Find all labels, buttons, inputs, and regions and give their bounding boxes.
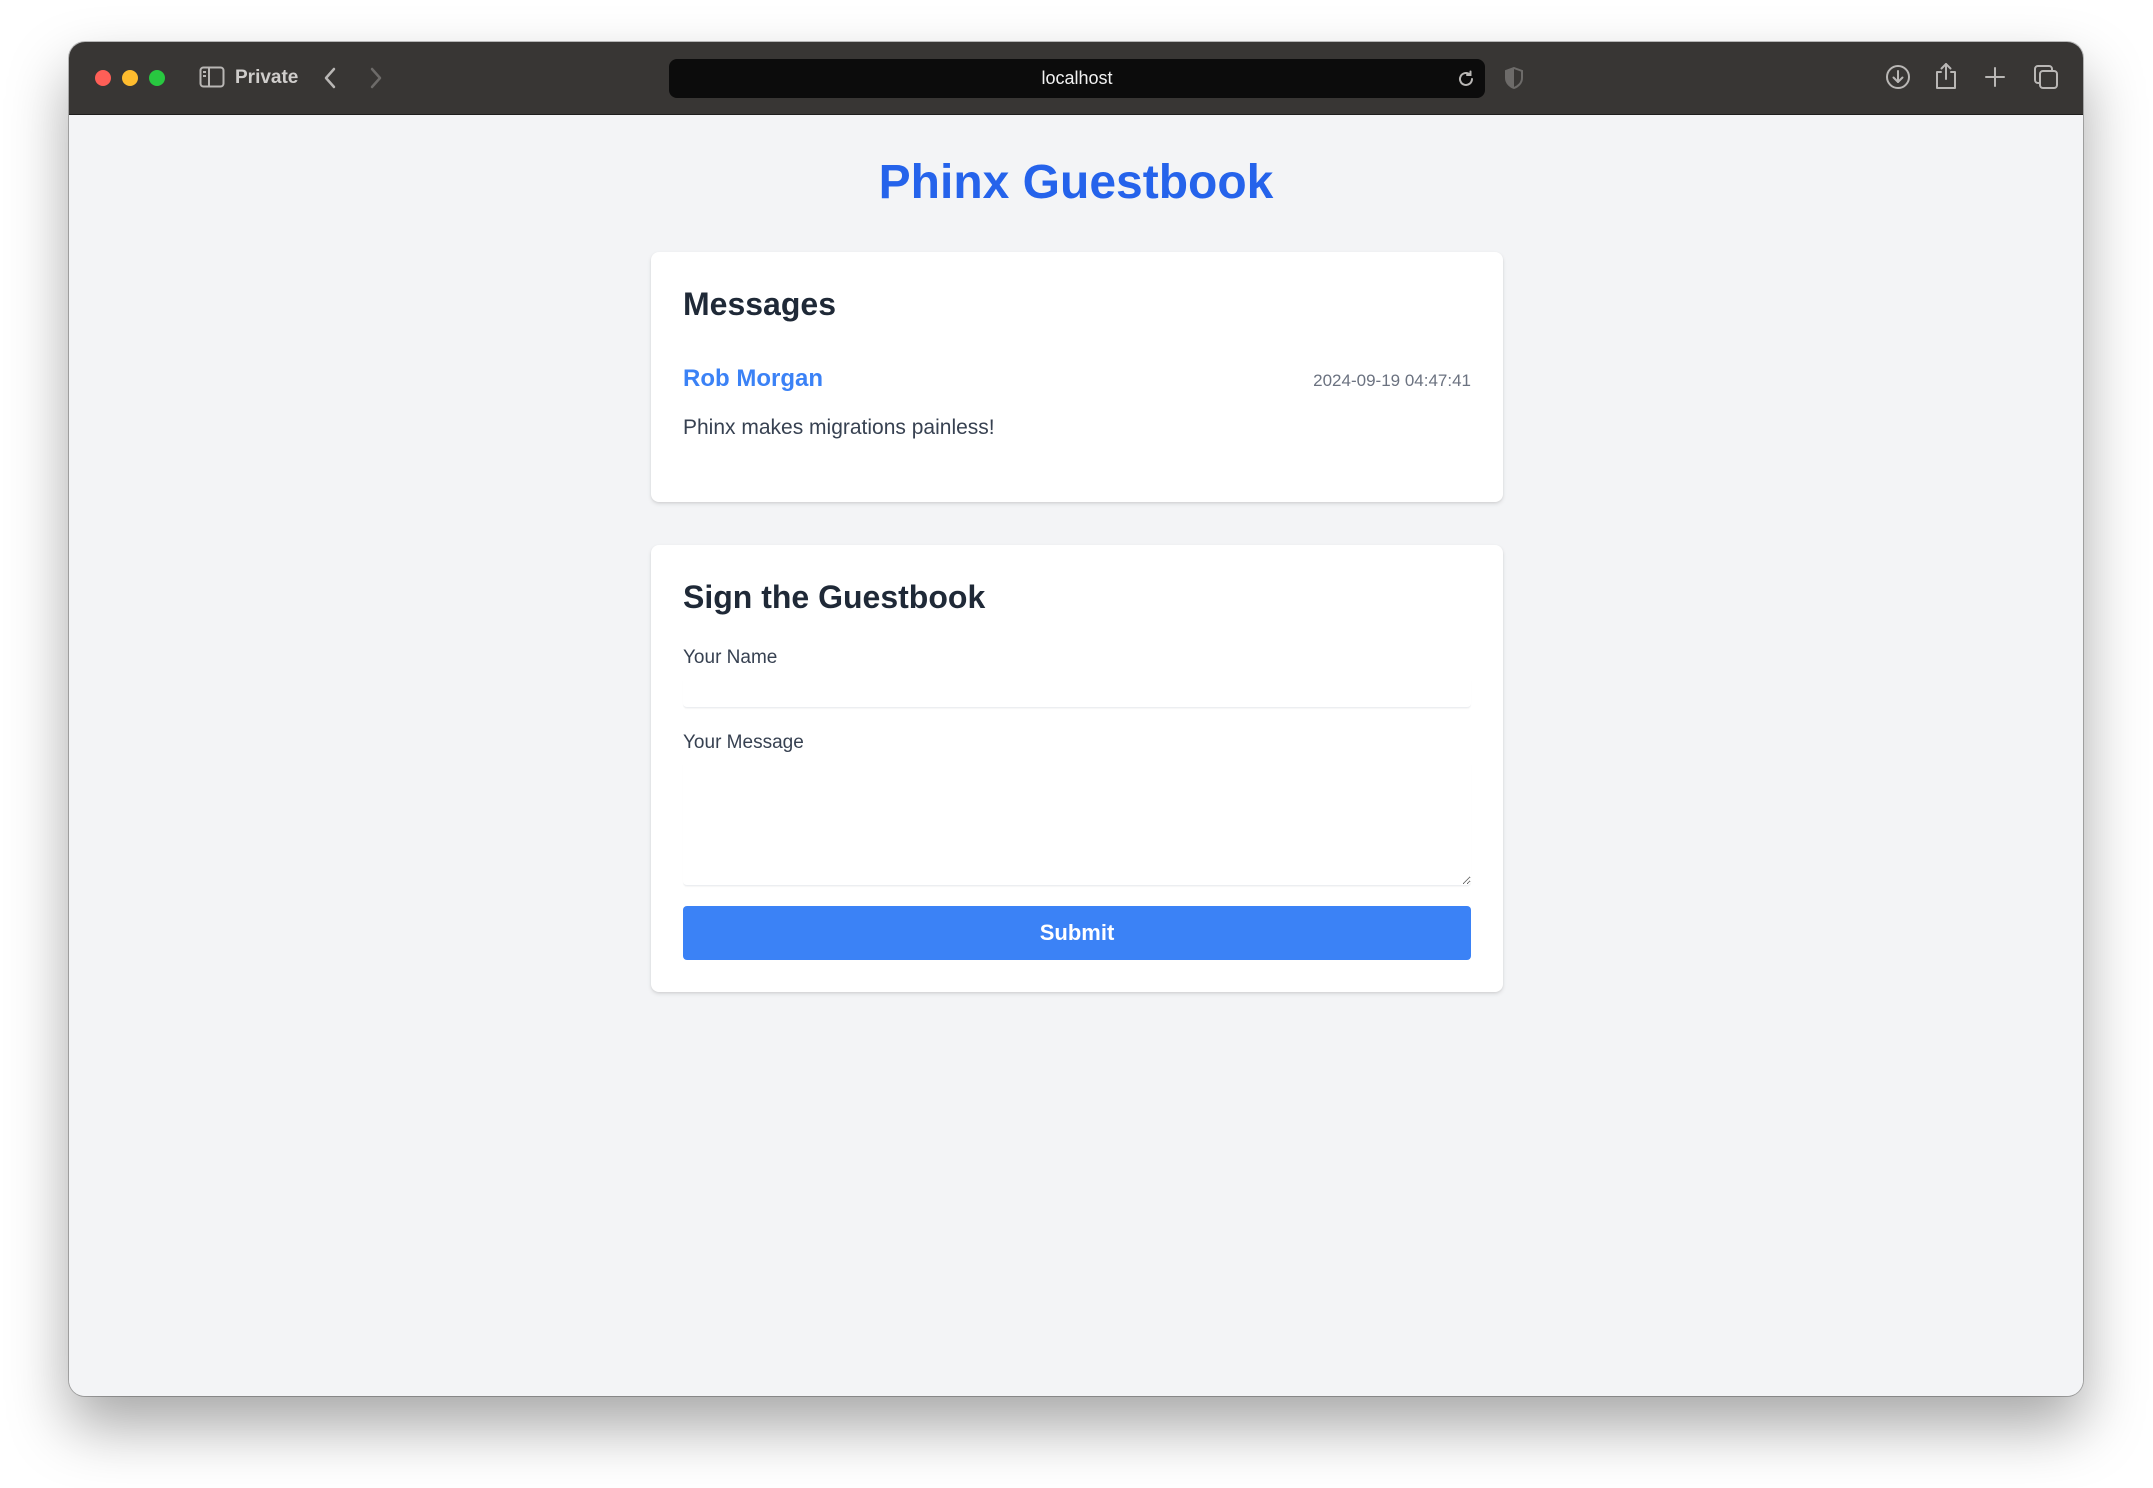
- guestbook-form-card: Sign the Guestbook Your Name Your Messag…: [651, 545, 1503, 992]
- chevron-right-icon[interactable]: [365, 64, 387, 92]
- chevron-left-icon[interactable]: [319, 64, 341, 92]
- url-text: localhost: [1041, 68, 1113, 88]
- submit-button[interactable]: Submit: [683, 906, 1471, 960]
- name-input[interactable]: [683, 678, 1471, 708]
- tabs-icon[interactable]: [2031, 62, 2061, 92]
- share-icon[interactable]: [1933, 60, 1959, 92]
- sidebar-icon[interactable]: [199, 66, 225, 88]
- message-label: Your Message: [683, 732, 804, 753]
- page-content: Phinx Guestbook Messages Rob Morgan 2024…: [69, 115, 2083, 1396]
- message-body: Phinx makes migrations painless!: [683, 416, 995, 439]
- message-textarea[interactable]: [683, 762, 1471, 886]
- address-bar[interactable]: localhost: [669, 59, 1485, 98]
- close-window-button[interactable]: [95, 70, 111, 86]
- page-title: Phinx Guestbook: [878, 156, 1274, 209]
- browser-window: Private localhost Phinx Guestbook Messag…: [69, 42, 2083, 1396]
- browser-toolbar: Private localhost: [69, 42, 2083, 115]
- form-heading: Sign the Guestbook: [683, 579, 986, 615]
- private-browsing-label: Private: [235, 67, 299, 88]
- messages-heading: Messages: [683, 286, 836, 322]
- minimize-window-button[interactable]: [122, 70, 138, 86]
- zoom-window-button[interactable]: [149, 70, 165, 86]
- reload-icon[interactable]: [1455, 68, 1477, 90]
- messages-card: Messages Rob Morgan 2024-09-19 04:47:41 …: [651, 252, 1503, 502]
- plus-icon[interactable]: [1981, 62, 2009, 92]
- download-icon[interactable]: [1883, 62, 1913, 92]
- message-timestamp: 2024-09-19 04:47:41: [1313, 371, 1471, 390]
- name-label: Your Name: [683, 647, 778, 668]
- shield-icon[interactable]: [1503, 64, 1525, 92]
- message-author: Rob Morgan: [683, 365, 823, 392]
